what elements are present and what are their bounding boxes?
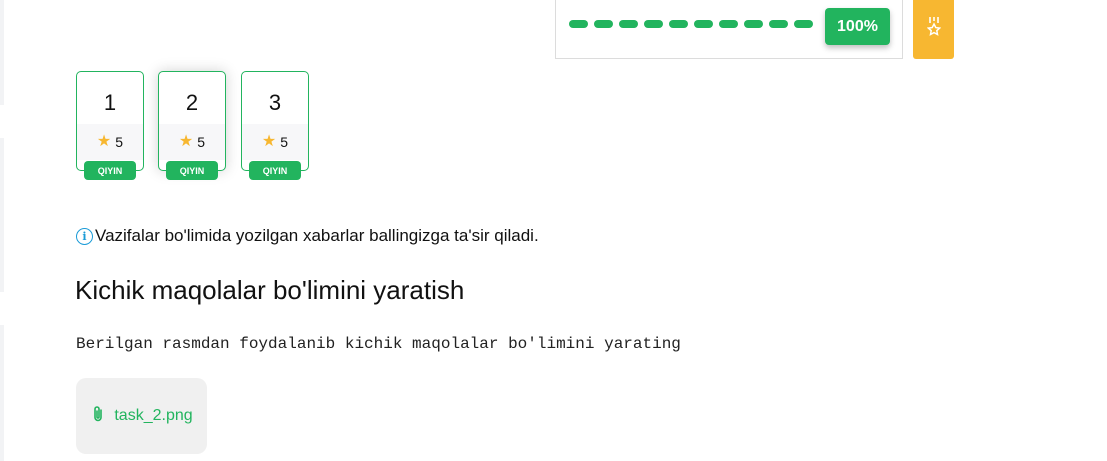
medal-icon bbox=[926, 16, 941, 41]
attachment-filename: task_2.png bbox=[114, 407, 193, 424]
left-edge-panel bbox=[0, 325, 4, 461]
progress-segment bbox=[794, 20, 813, 28]
task-card-rating: ★ 5 bbox=[159, 124, 225, 160]
progress-segment bbox=[744, 20, 763, 28]
task-card-rating: ★ 5 bbox=[77, 124, 143, 160]
task-title: Kichik maqolalar bo'limini yaratish bbox=[75, 275, 465, 305]
info-notice: i Vazifalar bo'limida yozilgan xabarlar … bbox=[76, 226, 539, 246]
difficulty-badge: QIYIN bbox=[249, 161, 301, 180]
star-icon: ★ bbox=[178, 133, 194, 150]
progress-segment bbox=[619, 20, 638, 28]
progress-percent-badge: 100% bbox=[825, 8, 890, 45]
attachment-link[interactable]: task_2.png bbox=[76, 378, 207, 454]
left-edge-panel bbox=[0, 0, 4, 105]
task-card-1[interactable]: 1 ★ 5 QIYIN bbox=[76, 71, 144, 180]
progress-segment bbox=[594, 20, 613, 28]
progress-segment bbox=[694, 20, 713, 28]
task-card-2[interactable]: 2 ★ 5 QIYIN bbox=[158, 71, 226, 180]
progress-segment bbox=[669, 20, 688, 28]
progress-segment bbox=[569, 20, 588, 28]
difficulty-badge: QIYIN bbox=[84, 161, 136, 180]
task-card-stars: 5 bbox=[197, 134, 206, 150]
task-card-3[interactable]: 3 ★ 5 QIYIN bbox=[241, 71, 309, 180]
info-icon: i bbox=[76, 227, 93, 245]
progress-segment bbox=[644, 20, 663, 28]
star-icon: ★ bbox=[96, 133, 112, 150]
task-description: Berilgan rasmdan foydalanib kichik maqol… bbox=[76, 335, 681, 353]
difficulty-badge: QIYIN bbox=[166, 161, 218, 180]
medal-button[interactable] bbox=[913, 0, 954, 59]
progress-segment bbox=[719, 20, 738, 28]
task-card-number: 1 bbox=[103, 90, 117, 115]
task-card-stars: 5 bbox=[280, 134, 289, 150]
task-card-number: 2 bbox=[185, 90, 199, 115]
star-icon: ★ bbox=[261, 133, 277, 150]
left-edge-panel bbox=[0, 138, 4, 292]
info-text: Vazifalar bo'limida yozilgan xabarlar ba… bbox=[95, 226, 539, 245]
progress-segment bbox=[769, 20, 788, 28]
task-card-stars: 5 bbox=[115, 134, 124, 150]
task-card-rating: ★ 5 bbox=[242, 124, 308, 160]
paperclip-icon bbox=[90, 405, 106, 428]
task-card-number: 3 bbox=[268, 90, 282, 115]
